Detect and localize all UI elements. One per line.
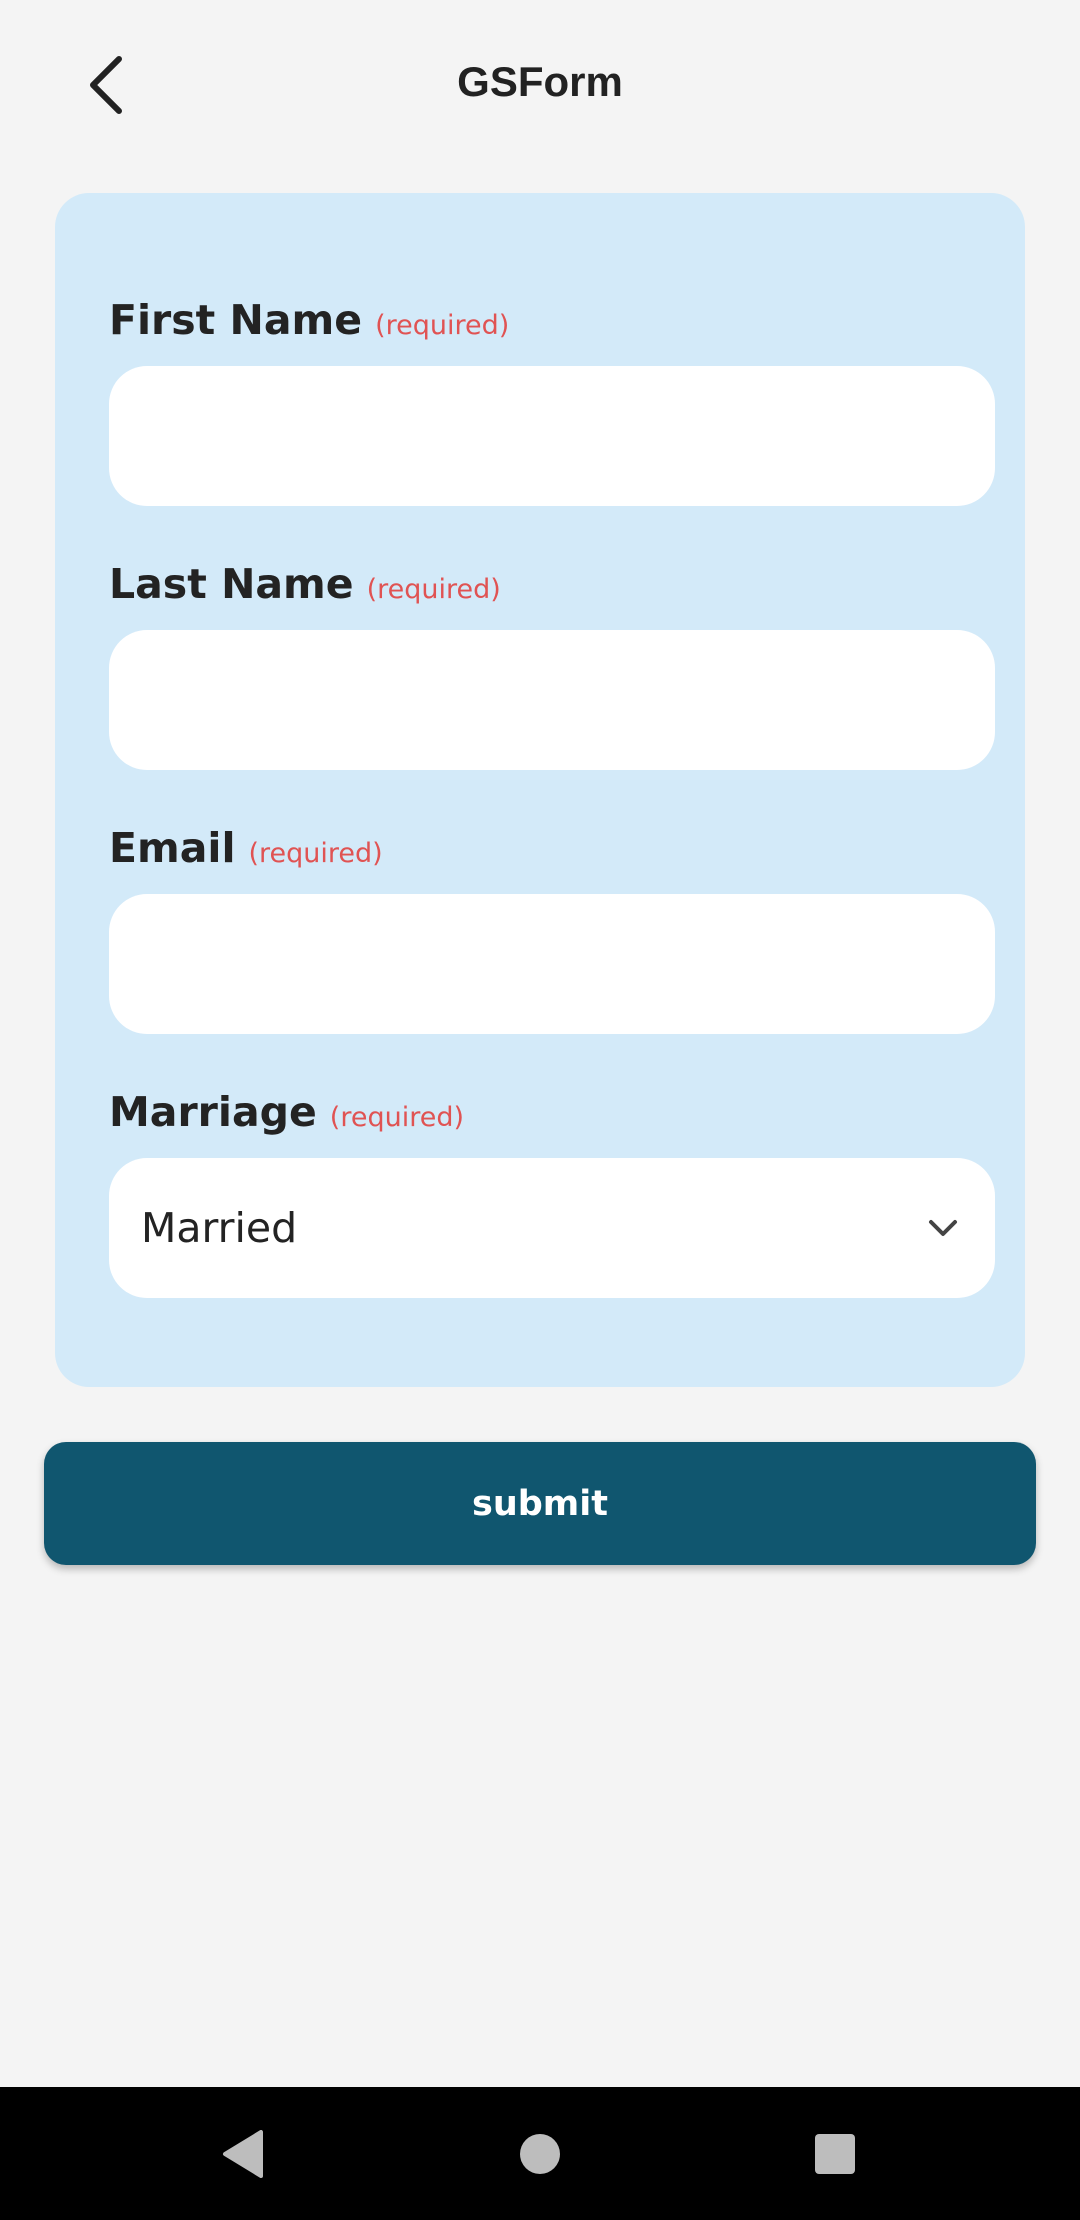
marriage-label: Marriage <box>109 1088 317 1136</box>
marriage-select[interactable]: Married <box>109 1158 995 1298</box>
first-name-input[interactable] <box>109 366 995 506</box>
circle-home-icon <box>520 2134 560 2174</box>
nav-home-button[interactable] <box>490 2109 590 2199</box>
triangle-back-icon <box>223 2130 263 2178</box>
last-name-label: Last Name <box>109 560 354 608</box>
marriage-selected-value: Married <box>141 1204 298 1252</box>
page-title: GSForm <box>457 58 623 105</box>
marriage-required-note: (required) <box>329 1102 464 1133</box>
email-label: Email <box>109 824 236 872</box>
form-card: First Name (required) Last Name (require… <box>55 193 1025 1387</box>
email-label-row: Email (required) <box>109 824 995 884</box>
marriage-label-row: Marriage (required) <box>109 1088 995 1148</box>
email-required-note: (required) <box>248 838 383 869</box>
system-nav-bar <box>0 2087 1080 2220</box>
email-field: Email (required) <box>109 824 995 1034</box>
submit-button[interactable]: submit <box>44 1442 1036 1565</box>
marriage-field: Marriage (required) Married <box>109 1088 995 1298</box>
email-input[interactable] <box>109 894 995 1034</box>
screen: GSForm First Name (required) Last Name (… <box>0 0 1080 2220</box>
square-recents-icon <box>815 2134 855 2174</box>
last-name-input[interactable] <box>109 630 995 770</box>
first-name-label-row: First Name (required) <box>109 296 995 356</box>
app-header: GSForm <box>0 0 1080 170</box>
chevron-down-icon <box>923 1208 963 1248</box>
first-name-field: First Name (required) <box>109 296 995 506</box>
nav-recents-button[interactable] <box>785 2109 885 2199</box>
nav-back-button[interactable] <box>193 2109 293 2199</box>
last-name-field: Last Name (required) <box>109 560 995 770</box>
last-name-required-note: (required) <box>366 574 501 605</box>
last-name-label-row: Last Name (required) <box>109 560 995 620</box>
first-name-label: First Name <box>109 296 363 344</box>
first-name-required-note: (required) <box>375 310 510 341</box>
